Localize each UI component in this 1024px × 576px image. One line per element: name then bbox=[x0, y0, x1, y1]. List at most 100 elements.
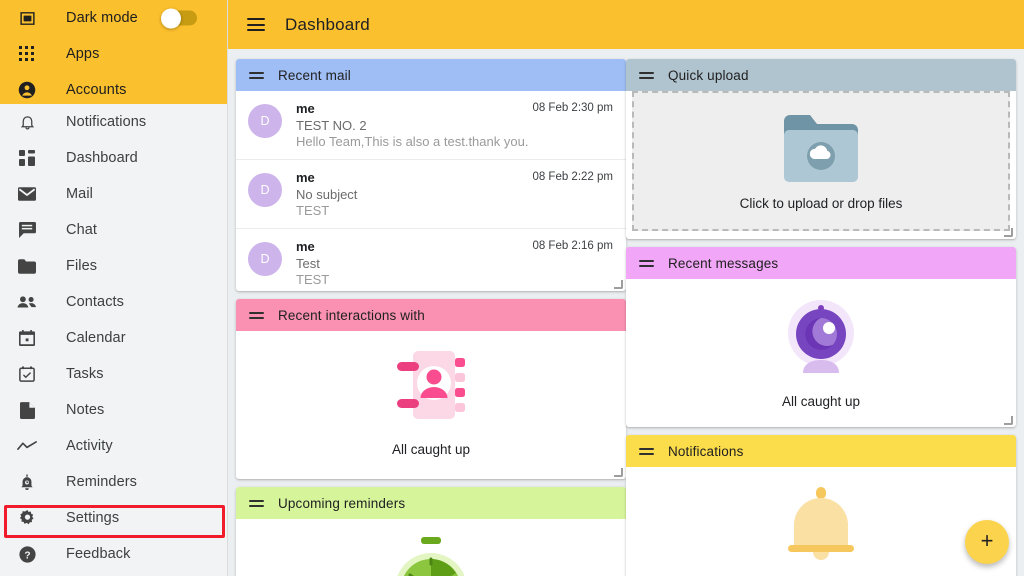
sidebar-item-chat[interactable]: Chat bbox=[0, 212, 227, 248]
drag-handle-icon[interactable] bbox=[639, 69, 654, 82]
sidebar-item-dashboard[interactable]: Dashboard bbox=[0, 140, 227, 176]
toggle-knob bbox=[161, 8, 181, 28]
upload-label: Click to upload or drop files bbox=[739, 196, 903, 211]
mail-date: 08 Feb 2:16 pm bbox=[532, 240, 613, 252]
empty-state: All caught up bbox=[236, 331, 626, 471]
bell-illustration bbox=[780, 485, 862, 576]
drag-handle-icon[interactable] bbox=[249, 309, 264, 322]
mail-snippet: TEST bbox=[296, 203, 330, 218]
drag-handle-icon[interactable] bbox=[249, 497, 264, 510]
sidebar-item-label: Contacts bbox=[66, 294, 125, 310]
avatar: D bbox=[248, 173, 282, 207]
sidebar-item-files[interactable]: Files bbox=[0, 248, 227, 284]
mail-snippet: TEST bbox=[296, 272, 330, 287]
mail-subject: Test bbox=[296, 256, 320, 271]
dashboard-grid-icon bbox=[14, 147, 40, 169]
mail-subject: No subject bbox=[296, 187, 358, 202]
sidebar-top-section: Dark mode Apps Accounts bbox=[0, 0, 227, 104]
bell-icon bbox=[14, 111, 40, 133]
envelope-icon bbox=[14, 183, 40, 205]
sidebar-item-notifications[interactable]: Notifications bbox=[0, 104, 227, 140]
sidebar-item-accounts[interactable]: Accounts bbox=[0, 72, 227, 108]
sidebar-item-apps[interactable]: Apps bbox=[0, 36, 227, 72]
card-resize-handle[interactable] bbox=[1004, 228, 1013, 237]
help-circle-icon: ? bbox=[14, 543, 40, 565]
card-header[interactable]: Upcoming reminders bbox=[236, 487, 626, 519]
sidebar-item-label: Feedback bbox=[66, 546, 131, 562]
sidebar-item-notes[interactable]: Notes bbox=[0, 392, 227, 428]
app-header: Dashboard bbox=[228, 0, 1024, 49]
sidebar-item-feedback[interactable]: ? Feedback bbox=[0, 536, 227, 572]
drag-handle-icon[interactable] bbox=[639, 445, 654, 458]
card-upcoming-reminders: Upcoming reminders bbox=[236, 487, 626, 576]
folder-icon bbox=[14, 255, 40, 277]
sidebar-item-calendar[interactable]: Calendar bbox=[0, 320, 227, 356]
sidebar-item-label: Reminders bbox=[66, 474, 138, 490]
sidebar-item-reminders[interactable]: Reminders bbox=[0, 464, 227, 500]
card-header[interactable]: Recent messages bbox=[626, 247, 1016, 279]
card-resize-handle[interactable] bbox=[614, 280, 623, 289]
mail-date: 08 Feb 2:30 pm bbox=[532, 102, 613, 114]
contacts-book-illustration bbox=[389, 349, 473, 432]
mail-row[interactable]: D me No subject TEST 08 Feb 2:22 pm bbox=[236, 159, 626, 228]
sidebar-item-label: Files bbox=[66, 258, 98, 274]
dashboard-column-left: Recent mail D me TEST NO. 2 Hello Team,T… bbox=[236, 59, 626, 576]
dark-mode-icon bbox=[14, 7, 40, 29]
mail-row[interactable]: D me TEST NO. 2 Hello Team,This is also … bbox=[236, 91, 626, 159]
sidebar-item-label: Dashboard bbox=[66, 150, 138, 166]
drag-handle-icon[interactable] bbox=[249, 69, 264, 82]
sidebar-item-label: Dark mode bbox=[66, 10, 138, 26]
app-root: Dark mode Apps Accounts Notifications Da… bbox=[0, 0, 1024, 576]
sidebar-item-label: Chat bbox=[66, 222, 98, 238]
sidebar-item-settings[interactable]: Settings bbox=[0, 500, 227, 536]
mail-row[interactable]: D me Test TEST 08 Feb 2:16 pm bbox=[236, 228, 626, 291]
sidebar-item-label: Tasks bbox=[66, 366, 104, 382]
dashboard-column-right: Quick upload Click to upload or drop fil… bbox=[626, 59, 1016, 576]
empty-state bbox=[626, 467, 1016, 576]
card-header[interactable]: Recent interactions with bbox=[236, 299, 626, 331]
avatar: D bbox=[248, 104, 282, 138]
empty-state: All caught up bbox=[626, 279, 1016, 423]
avatar: D bbox=[248, 242, 282, 276]
add-widget-fab[interactable]: + bbox=[965, 520, 1009, 564]
hamburger-icon[interactable] bbox=[247, 15, 265, 35]
svg-text:?: ? bbox=[24, 550, 30, 561]
dark-mode-toggle[interactable] bbox=[161, 8, 197, 28]
mail-snippet: Hello Team,This is also a test.thank you… bbox=[296, 134, 529, 149]
sidebar-item-mail[interactable]: Mail bbox=[0, 176, 227, 212]
stopwatch-illustration bbox=[388, 537, 474, 576]
page-title: Dashboard bbox=[285, 14, 370, 34]
sidebar-item-label: Activity bbox=[66, 438, 113, 454]
upload-dropzone[interactable]: Click to upload or drop files bbox=[632, 91, 1010, 231]
card-notifications: Notifications bbox=[626, 435, 1016, 576]
sidebar-item-dark-mode[interactable]: Dark mode bbox=[0, 0, 227, 36]
mail-date: 08 Feb 2:22 pm bbox=[532, 171, 613, 183]
sidebar-item-label: Notes bbox=[66, 402, 105, 418]
chat-bubble-icon bbox=[14, 219, 40, 241]
sidebar: Dark mode Apps Accounts Notifications Da… bbox=[0, 0, 228, 576]
activity-line-icon bbox=[14, 435, 40, 457]
drag-handle-icon[interactable] bbox=[639, 257, 654, 270]
calendar-icon bbox=[14, 327, 40, 349]
dashboard-content: Recent mail D me TEST NO. 2 Hello Team,T… bbox=[228, 49, 1024, 576]
sidebar-item-label: Calendar bbox=[66, 330, 126, 346]
card-resize-handle[interactable] bbox=[1004, 416, 1013, 425]
card-header[interactable]: Quick upload bbox=[626, 59, 1016, 91]
card-recent-interactions: Recent interactions with All caught up bbox=[236, 299, 626, 479]
sidebar-item-label: Apps bbox=[66, 46, 100, 62]
mail-subject: TEST NO. 2 bbox=[296, 118, 367, 133]
sidebar-item-label: Notifications bbox=[66, 114, 147, 130]
sidebar-item-activity[interactable]: Activity bbox=[0, 428, 227, 464]
card-title: Recent mail bbox=[278, 67, 351, 83]
card-resize-handle[interactable] bbox=[614, 468, 623, 477]
sidebar-item-tasks[interactable]: Tasks bbox=[0, 356, 227, 392]
plus-icon: + bbox=[980, 528, 994, 553]
alarm-bell-icon bbox=[14, 471, 40, 493]
card-title: Recent messages bbox=[668, 255, 779, 271]
card-header[interactable]: Recent mail bbox=[236, 59, 626, 91]
card-title: Upcoming reminders bbox=[278, 495, 406, 511]
chat-eye-illustration bbox=[781, 297, 861, 384]
sidebar-item-contacts[interactable]: Contacts bbox=[0, 284, 227, 320]
card-header[interactable]: Notifications bbox=[626, 435, 1016, 467]
note-page-icon bbox=[14, 399, 40, 421]
